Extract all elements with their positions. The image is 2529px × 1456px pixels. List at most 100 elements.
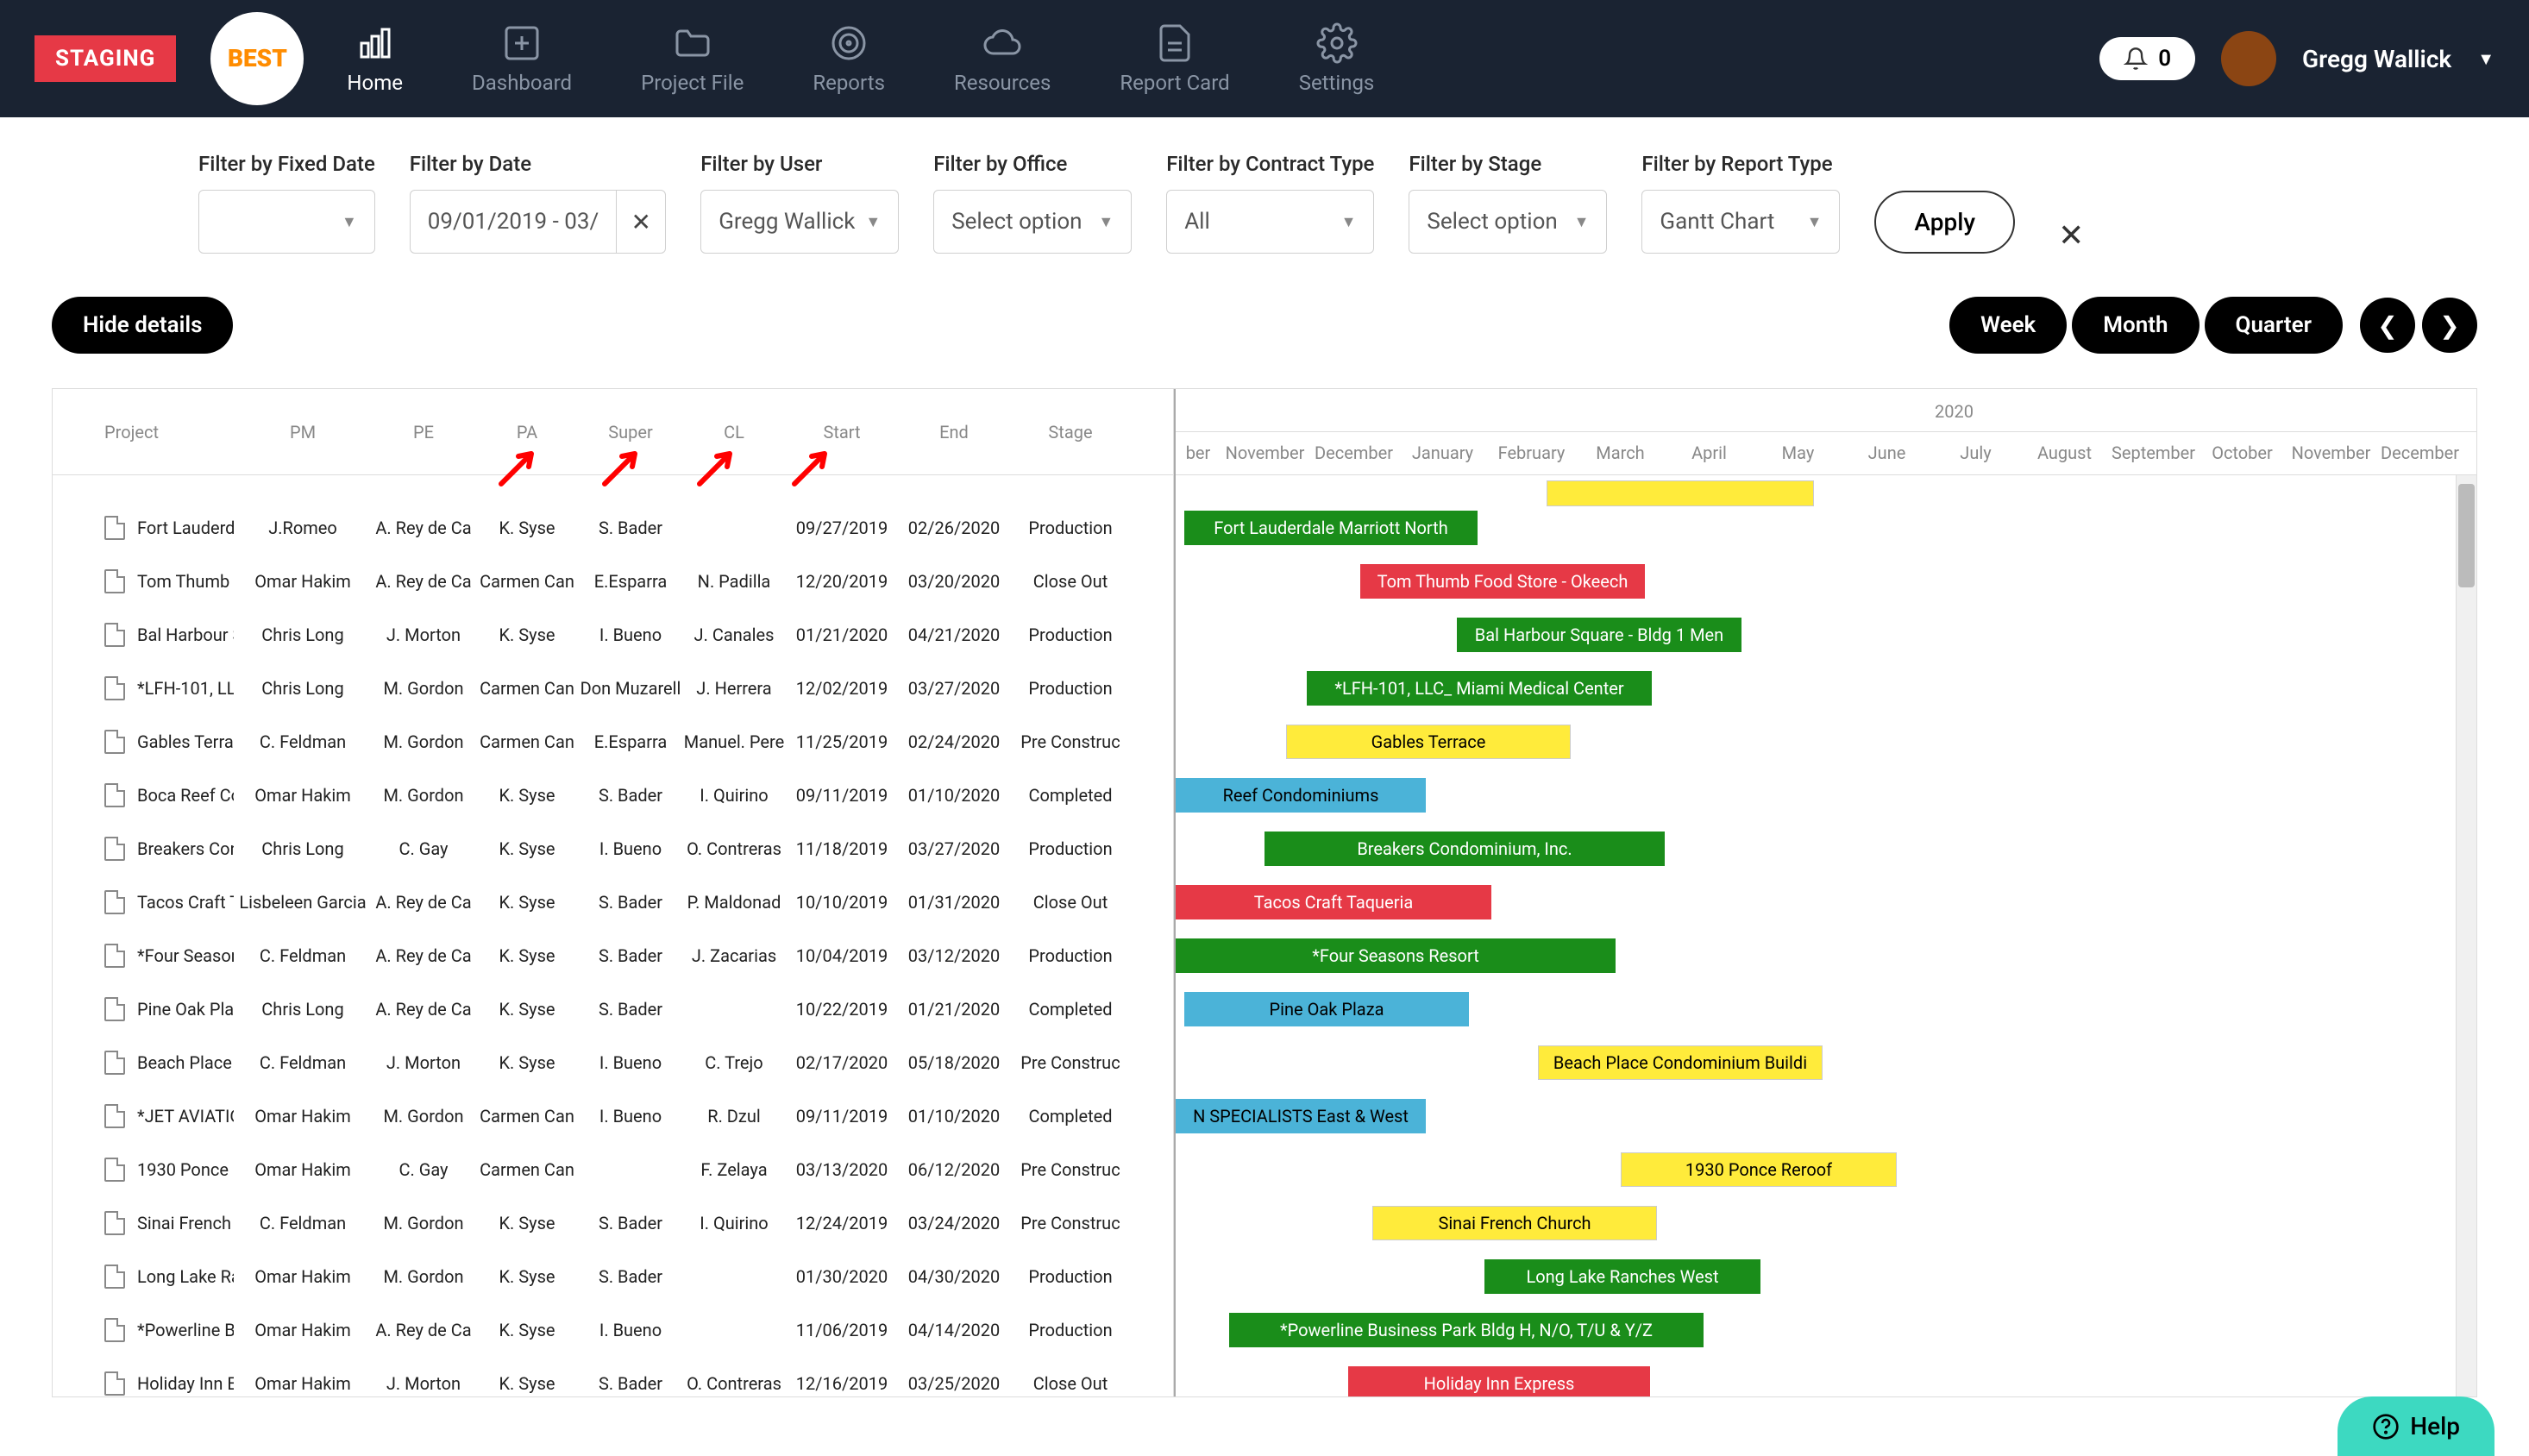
chevron-down-icon: ▼ — [1807, 213, 1823, 231]
cell-pe: A. Rey de Ca — [372, 1320, 475, 1340]
cell-end: 01/10/2020 — [898, 785, 1010, 806]
notifications-pill[interactable]: 0 — [2099, 37, 2195, 80]
table-row[interactable]: 1930 Ponce Reroof Omar Hakim C. Gay Carm… — [53, 1143, 1173, 1196]
table-row[interactable]: Boca Reef Condomin Omar Hakim M. Gordon … — [53, 769, 1173, 822]
filter-stage-select[interactable]: Select option▼ — [1409, 190, 1607, 254]
table-row[interactable]: Tom Thumb Food St Omar Hakim A. Rey de C… — [53, 555, 1173, 608]
filter-user-select[interactable]: Gregg Wallick▼ — [700, 190, 899, 254]
gantt-bar[interactable]: 1930 Ponce Reroof — [1621, 1152, 1897, 1187]
project-name: Tacos Craft Taqueria — [137, 892, 234, 913]
document-icon — [104, 1265, 125, 1289]
cell-end: 05/18/2020 — [898, 1052, 1010, 1073]
cell-start: 09/27/2019 — [786, 518, 898, 538]
gantt-bar[interactable]: Tom Thumb Food Store - Okeech — [1360, 564, 1645, 599]
prev-button[interactable]: ❮ — [2360, 298, 2415, 353]
filter-contract-select[interactable]: All▼ — [1166, 190, 1374, 254]
cell-cl: J. Herrera — [682, 678, 786, 699]
avatar[interactable] — [2221, 31, 2276, 86]
cell-end: 06/12/2020 — [898, 1159, 1010, 1180]
help-label: Help — [2410, 1412, 2460, 1440]
gantt-bar[interactable]: Fort Lauderdale Marriott North — [1184, 511, 1478, 545]
cell-pe: J. Morton — [372, 1052, 475, 1073]
gantt-row: Bal Harbour Square - Bldg 1 Men — [1176, 608, 2476, 662]
gantt-bar[interactable]: *Powerline Business Park Bldg H, N/O, T/… — [1229, 1313, 1704, 1347]
gantt-bar[interactable]: *LFH-101, LLC_ Miami Medical Center — [1307, 671, 1652, 706]
filter-label-date: Filter by Date — [410, 152, 666, 176]
project-name: Holiday Inn Express — [137, 1373, 234, 1394]
gantt-row: Breakers Condominium, Inc. — [1176, 822, 2476, 875]
filter-label-fixed-date: Filter by Fixed Date — [198, 152, 375, 176]
table-row[interactable]: Fort Lauderdale Marr J.Romeo A. Rey de C… — [53, 501, 1173, 555]
view-quarter[interactable]: Quarter — [2205, 297, 2343, 354]
close-filters-icon[interactable]: ✕ — [2058, 217, 2084, 254]
gantt-row: *Four Seasons Resort — [1176, 929, 2476, 982]
apply-button[interactable]: Apply — [1874, 191, 2015, 254]
cell-end: 04/14/2020 — [898, 1320, 1010, 1340]
table-row[interactable]: Bal Harbour Square Chris Long J. Morton … — [53, 608, 1173, 662]
scrollbar-vertical[interactable] — [2456, 475, 2476, 1396]
nav-resources[interactable]: Resources — [954, 22, 1051, 95]
gantt-bar[interactable]: *Four Seasons Resort — [1176, 938, 1616, 973]
nav-report-card[interactable]: Report Card — [1120, 22, 1229, 95]
cell-start: 11/06/2019 — [786, 1320, 898, 1340]
gantt-bar[interactable]: Bal Harbour Square - Bldg 1 Men — [1457, 618, 1741, 652]
nav-label: Dashboard — [472, 71, 572, 95]
view-toggles: WeekMonthQuarter — [1949, 297, 2343, 354]
cell-stage: Completed — [1010, 1106, 1131, 1127]
table-row[interactable]: *Four Seasons Reso C. Feldman A. Rey de … — [53, 929, 1173, 982]
notif-count: 0 — [2158, 46, 2171, 72]
cell-stage: Production — [1010, 1266, 1131, 1287]
cell-super: S. Bader — [579, 518, 682, 538]
filter-office-select[interactable]: Select option▼ — [933, 190, 1132, 254]
table-row[interactable]: *JET AVIATION SPE Omar Hakim M. Gordon C… — [53, 1089, 1173, 1143]
filter-date-input[interactable]: 09/01/2019 - 03/ — [410, 190, 616, 254]
gantt-bar[interactable]: Tacos Craft Taqueria — [1176, 885, 1491, 919]
view-month[interactable]: Month — [2072, 297, 2199, 354]
gantt-bar[interactable]: Gables Terrace — [1286, 725, 1571, 759]
table-row[interactable]: *Powerline Business Omar Hakim A. Rey de… — [53, 1303, 1173, 1357]
nav-reports[interactable]: Reports — [813, 22, 885, 95]
project-name: *Powerline Business — [137, 1320, 234, 1340]
gantt-bar[interactable]: Sinai French Church — [1372, 1206, 1657, 1240]
table-row[interactable]: Beach Place Condom C. Feldman J. Morton … — [53, 1036, 1173, 1089]
cell-cl: O. Contreras — [682, 838, 786, 859]
table-row[interactable]: Tacos Craft Taqueria Lisbeleen Garcia A.… — [53, 875, 1173, 929]
table-row[interactable]: Pine Oak Plaza Chris Long A. Rey de Ca K… — [53, 982, 1173, 1036]
nav-settings[interactable]: Settings — [1299, 22, 1375, 95]
filter-report-select[interactable]: Gantt Chart▼ — [1641, 190, 1840, 254]
table-row[interactable]: Sinai French Church C. Feldman M. Gordon… — [53, 1196, 1173, 1250]
table-row[interactable]: Gables Terrace C. Feldman M. Gordon Carm… — [53, 715, 1173, 769]
clear-date-button[interactable]: ✕ — [616, 190, 666, 254]
gantt-row: Pine Oak Plaza — [1176, 982, 2476, 1036]
logo[interactable]: BEST — [210, 12, 304, 105]
scroll-thumb[interactable] — [2458, 484, 2475, 587]
nav-dashboard[interactable]: Dashboard — [472, 22, 572, 95]
gantt-bar[interactable]: N SPECIALISTS East & West — [1176, 1099, 1426, 1133]
table-row[interactable]: Holiday Inn Express Omar Hakim J. Morton… — [53, 1357, 1173, 1396]
gantt-row: Tom Thumb Food Store - Okeech — [1176, 555, 2476, 608]
month-cell: May — [1754, 432, 1842, 475]
nav-home[interactable]: Home — [347, 22, 403, 95]
gantt-bar[interactable]: Reef Condominiums — [1176, 778, 1426, 813]
table-row[interactable]: Breakers Condomin Chris Long C. Gay K. S… — [53, 822, 1173, 875]
gantt-bar[interactable]: Breakers Condominium, Inc. — [1264, 832, 1665, 866]
filter-fixed-date-select[interactable]: ▼ — [198, 190, 375, 254]
gantt-bar[interactable]: Holiday Inn Express — [1348, 1366, 1650, 1396]
gantt-rows: Fort Lauderdale Marriott North Tom Thumb … — [1176, 501, 2476, 1396]
cell-pm: Omar Hakim — [234, 1106, 372, 1127]
cell-start: 03/13/2020 — [786, 1159, 898, 1180]
table-row[interactable]: *LFH-101, LLC_ Mia Chris Long M. Gordon … — [53, 662, 1173, 715]
chevron-down-icon[interactable]: ▼ — [2477, 48, 2494, 70]
user-name[interactable]: Gregg Wallick — [2302, 45, 2451, 73]
hide-details-button[interactable]: Hide details — [52, 297, 233, 354]
gantt-bar[interactable]: Pine Oak Plaza — [1184, 992, 1469, 1026]
gantt-bar[interactable]: Beach Place Condominium Buildi — [1538, 1045, 1823, 1080]
gantt-bar[interactable]: Long Lake Ranches West — [1484, 1259, 1760, 1294]
help-widget[interactable]: Help — [2338, 1396, 2494, 1456]
view-week[interactable]: Week — [1949, 297, 2067, 354]
col-start: Start — [786, 422, 898, 442]
table-row[interactable]: Long Lake Ranches Omar Hakim M. Gordon K… — [53, 1250, 1173, 1303]
project-name: Breakers Condomin — [137, 838, 234, 859]
nav-project-file[interactable]: Project File — [641, 22, 744, 95]
next-button[interactable]: ❯ — [2422, 298, 2477, 353]
